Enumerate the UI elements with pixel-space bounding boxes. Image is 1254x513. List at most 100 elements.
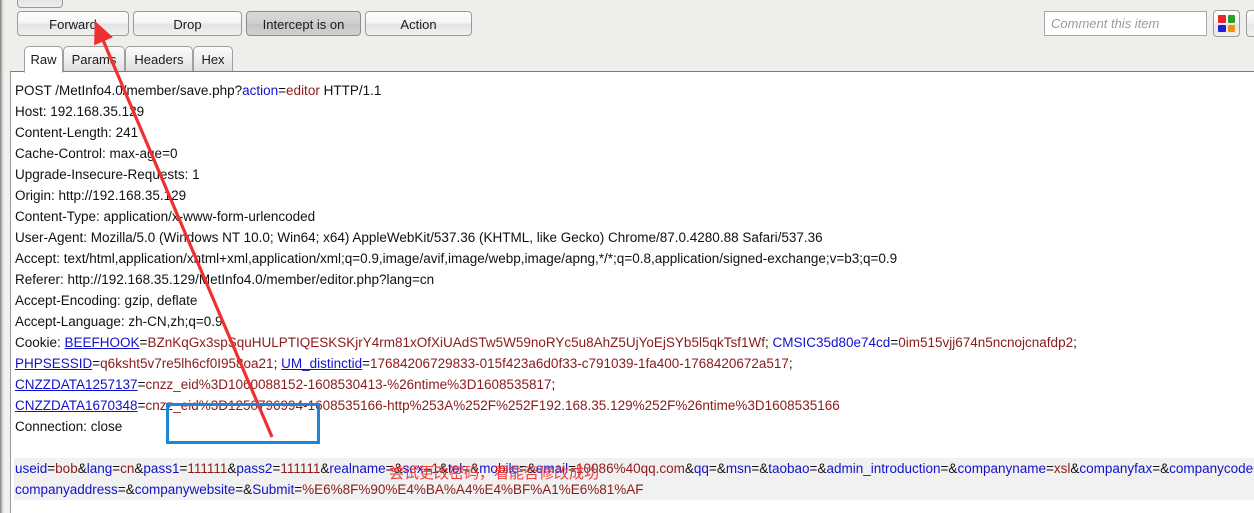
tab-raw[interactable]: Raw xyxy=(24,46,63,73)
param-key: email xyxy=(535,461,569,476)
text-run: ; xyxy=(788,356,793,371)
param-key: taobao xyxy=(768,461,810,476)
param-key: tel xyxy=(448,461,463,476)
param-value: cnzz_eid%3D1060088152-1608530413-%26ntim… xyxy=(145,377,552,392)
text-run: Accept: text/html,application/xhtml+xml,… xyxy=(15,251,898,266)
cookie-key: BEEFHOOK xyxy=(64,335,140,350)
text-run: = xyxy=(708,461,717,476)
text-run: Upgrade-Insecure-Requests: 1 xyxy=(15,167,200,182)
text-run: User-Agent: Mozilla/5.0 (Windows NT 10.0… xyxy=(15,230,823,245)
param-value: 17684206729833-015f423a6d0f33-c791039-1f… xyxy=(370,356,789,371)
tab-hex[interactable]: Hex xyxy=(193,46,233,72)
text-run xyxy=(15,440,19,455)
param-key: realname xyxy=(329,461,386,476)
text-run: = xyxy=(112,461,121,476)
swatch-green xyxy=(1227,15,1235,23)
param-value: bob xyxy=(55,461,78,476)
text-run: & xyxy=(77,461,87,476)
cookie-key: CNZZDATA1257137 xyxy=(15,377,138,392)
tab-params[interactable]: Params xyxy=(63,46,125,72)
cookie-key: CNZZDATA1670348 xyxy=(15,398,138,413)
header-line: User-Agent: Mozilla/5.0 (Windows NT 10.0… xyxy=(14,227,1254,248)
color-swatch-grid xyxy=(1218,15,1235,32)
text-run: Referer: http://192.168.35.129/MetInfo4.… xyxy=(15,272,435,287)
drop-button[interactable]: Drop xyxy=(133,11,242,36)
header-line: Accept: text/html,application/xhtml+xml,… xyxy=(14,248,1254,269)
text-run: = xyxy=(294,482,303,497)
window-left-edge xyxy=(0,0,4,513)
param-value: cnzz_eid%3D1250796994-1608535166-http%25… xyxy=(145,398,840,413)
partial-button-above[interactable] xyxy=(17,0,63,8)
text-run: & xyxy=(243,482,253,497)
body-line: useid=bob&lang=cn&pass1=111111&pass2=111… xyxy=(14,458,1254,479)
param-key: companyname xyxy=(957,461,1046,476)
param-key: Submit xyxy=(252,482,295,497)
text-run: = xyxy=(462,461,471,476)
swatch-red xyxy=(1218,15,1226,23)
body-line: companyaddress=&companywebsite=&Submit=%… xyxy=(14,479,1254,500)
text-run: = xyxy=(278,83,287,98)
text-run: POST /MetInfo4.0/member/save.php? xyxy=(15,83,243,98)
header-line: Cookie: BEEFHOOK=BZnKqGx3spSquHULPTIQESK… xyxy=(14,332,1254,353)
request-line: POST /MetInfo4.0/member/save.php?action=… xyxy=(14,80,1254,101)
text-run: & xyxy=(393,461,403,476)
param-key: CMSIC35d80e74cd xyxy=(772,335,891,350)
param-value: cn xyxy=(120,461,135,476)
header-line: Content-Length: 241 xyxy=(14,122,1254,143)
param-key: companycode xyxy=(1169,461,1254,476)
highlight-color-button[interactable] xyxy=(1213,10,1240,37)
param-value: 0im515vjj674n5ncnojcnafdp2 xyxy=(898,335,1074,350)
intercept-toggle-button[interactable]: Intercept is on xyxy=(246,11,361,36)
tab-headers[interactable]: Headers xyxy=(125,46,193,72)
text-run: & xyxy=(684,461,694,476)
header-line: Accept-Language: zh-CN,zh;q=0.9 xyxy=(14,311,1254,332)
header-line: Connection: close xyxy=(14,416,1254,437)
text-run: Cache-Control: max-age=0 xyxy=(15,146,178,161)
text-run: & xyxy=(470,461,480,476)
text-run: & xyxy=(125,482,135,497)
param-key: companyfax xyxy=(1079,461,1153,476)
header-line: Accept-Encoding: gzip, deflate xyxy=(14,290,1254,311)
text-run: = xyxy=(47,461,56,476)
message-tabs: Raw Params Headers Hex xyxy=(4,44,1254,73)
param-key: sex xyxy=(402,461,424,476)
help-icon[interactable]: ? xyxy=(1246,10,1254,37)
text-run: = xyxy=(1046,461,1054,476)
text-run: & xyxy=(759,461,769,476)
comment-input[interactable] xyxy=(1044,11,1207,36)
header-line: Upgrade-Insecure-Requests: 1 xyxy=(14,164,1254,185)
text-run: & xyxy=(439,461,449,476)
param-key: pass1 xyxy=(143,461,180,476)
text-run: & xyxy=(526,461,536,476)
header-line: Referer: http://192.168.35.129/MetInfo4.… xyxy=(14,269,1254,290)
blank-line xyxy=(14,437,1254,458)
text-run: = xyxy=(92,356,101,371)
cookie-key: UM_distinctid xyxy=(281,356,363,371)
text-run: Cookie: xyxy=(15,335,65,350)
header-line: PHPSESSID=q6ksht5v7re5lh6cf0I958oa21; UM… xyxy=(14,353,1254,374)
text-run: Host: 192.168.35.129 xyxy=(15,104,145,119)
param-key: companyaddress xyxy=(15,482,118,497)
text-run: = xyxy=(568,461,577,476)
header-line: Cache-Control: max-age=0 xyxy=(14,143,1254,164)
forward-button[interactable]: Forward xyxy=(17,11,129,36)
param-key: msn xyxy=(725,461,752,476)
param-value: editor xyxy=(286,83,320,98)
action-button[interactable]: Action xyxy=(365,11,472,36)
param-value: BZnKqGx3spSquHULPTIQESKSKjrY4rm81xOfXiUA… xyxy=(147,335,765,350)
text-run: Content-Length: 241 xyxy=(15,125,139,140)
header-line: CNZZDATA1257137=cnzz_eid%3D1060088152-16… xyxy=(14,374,1254,395)
text-run: Accept-Encoding: gzip, deflate xyxy=(15,293,198,308)
text-run: Content-Type: application/x-www-form-url… xyxy=(15,209,316,224)
text-run: = xyxy=(362,356,370,371)
text-run: Accept-Language: zh-CN,zh;q=0.9 xyxy=(15,314,223,329)
param-key: qq xyxy=(693,461,709,476)
text-run: HTTP/1.1 xyxy=(319,83,382,98)
param-value: q6ksht5v7re5lh6cf0I958oa21 xyxy=(100,356,274,371)
text-run: & xyxy=(1160,461,1170,476)
header-line: Content-Type: application/x-www-form-url… xyxy=(14,206,1254,227)
text-run: = xyxy=(117,482,126,497)
param-key: pass2 xyxy=(236,461,273,476)
raw-request-editor[interactable]: POST /MetInfo4.0/member/save.php?action=… xyxy=(10,71,1254,513)
text-run: & xyxy=(716,461,726,476)
